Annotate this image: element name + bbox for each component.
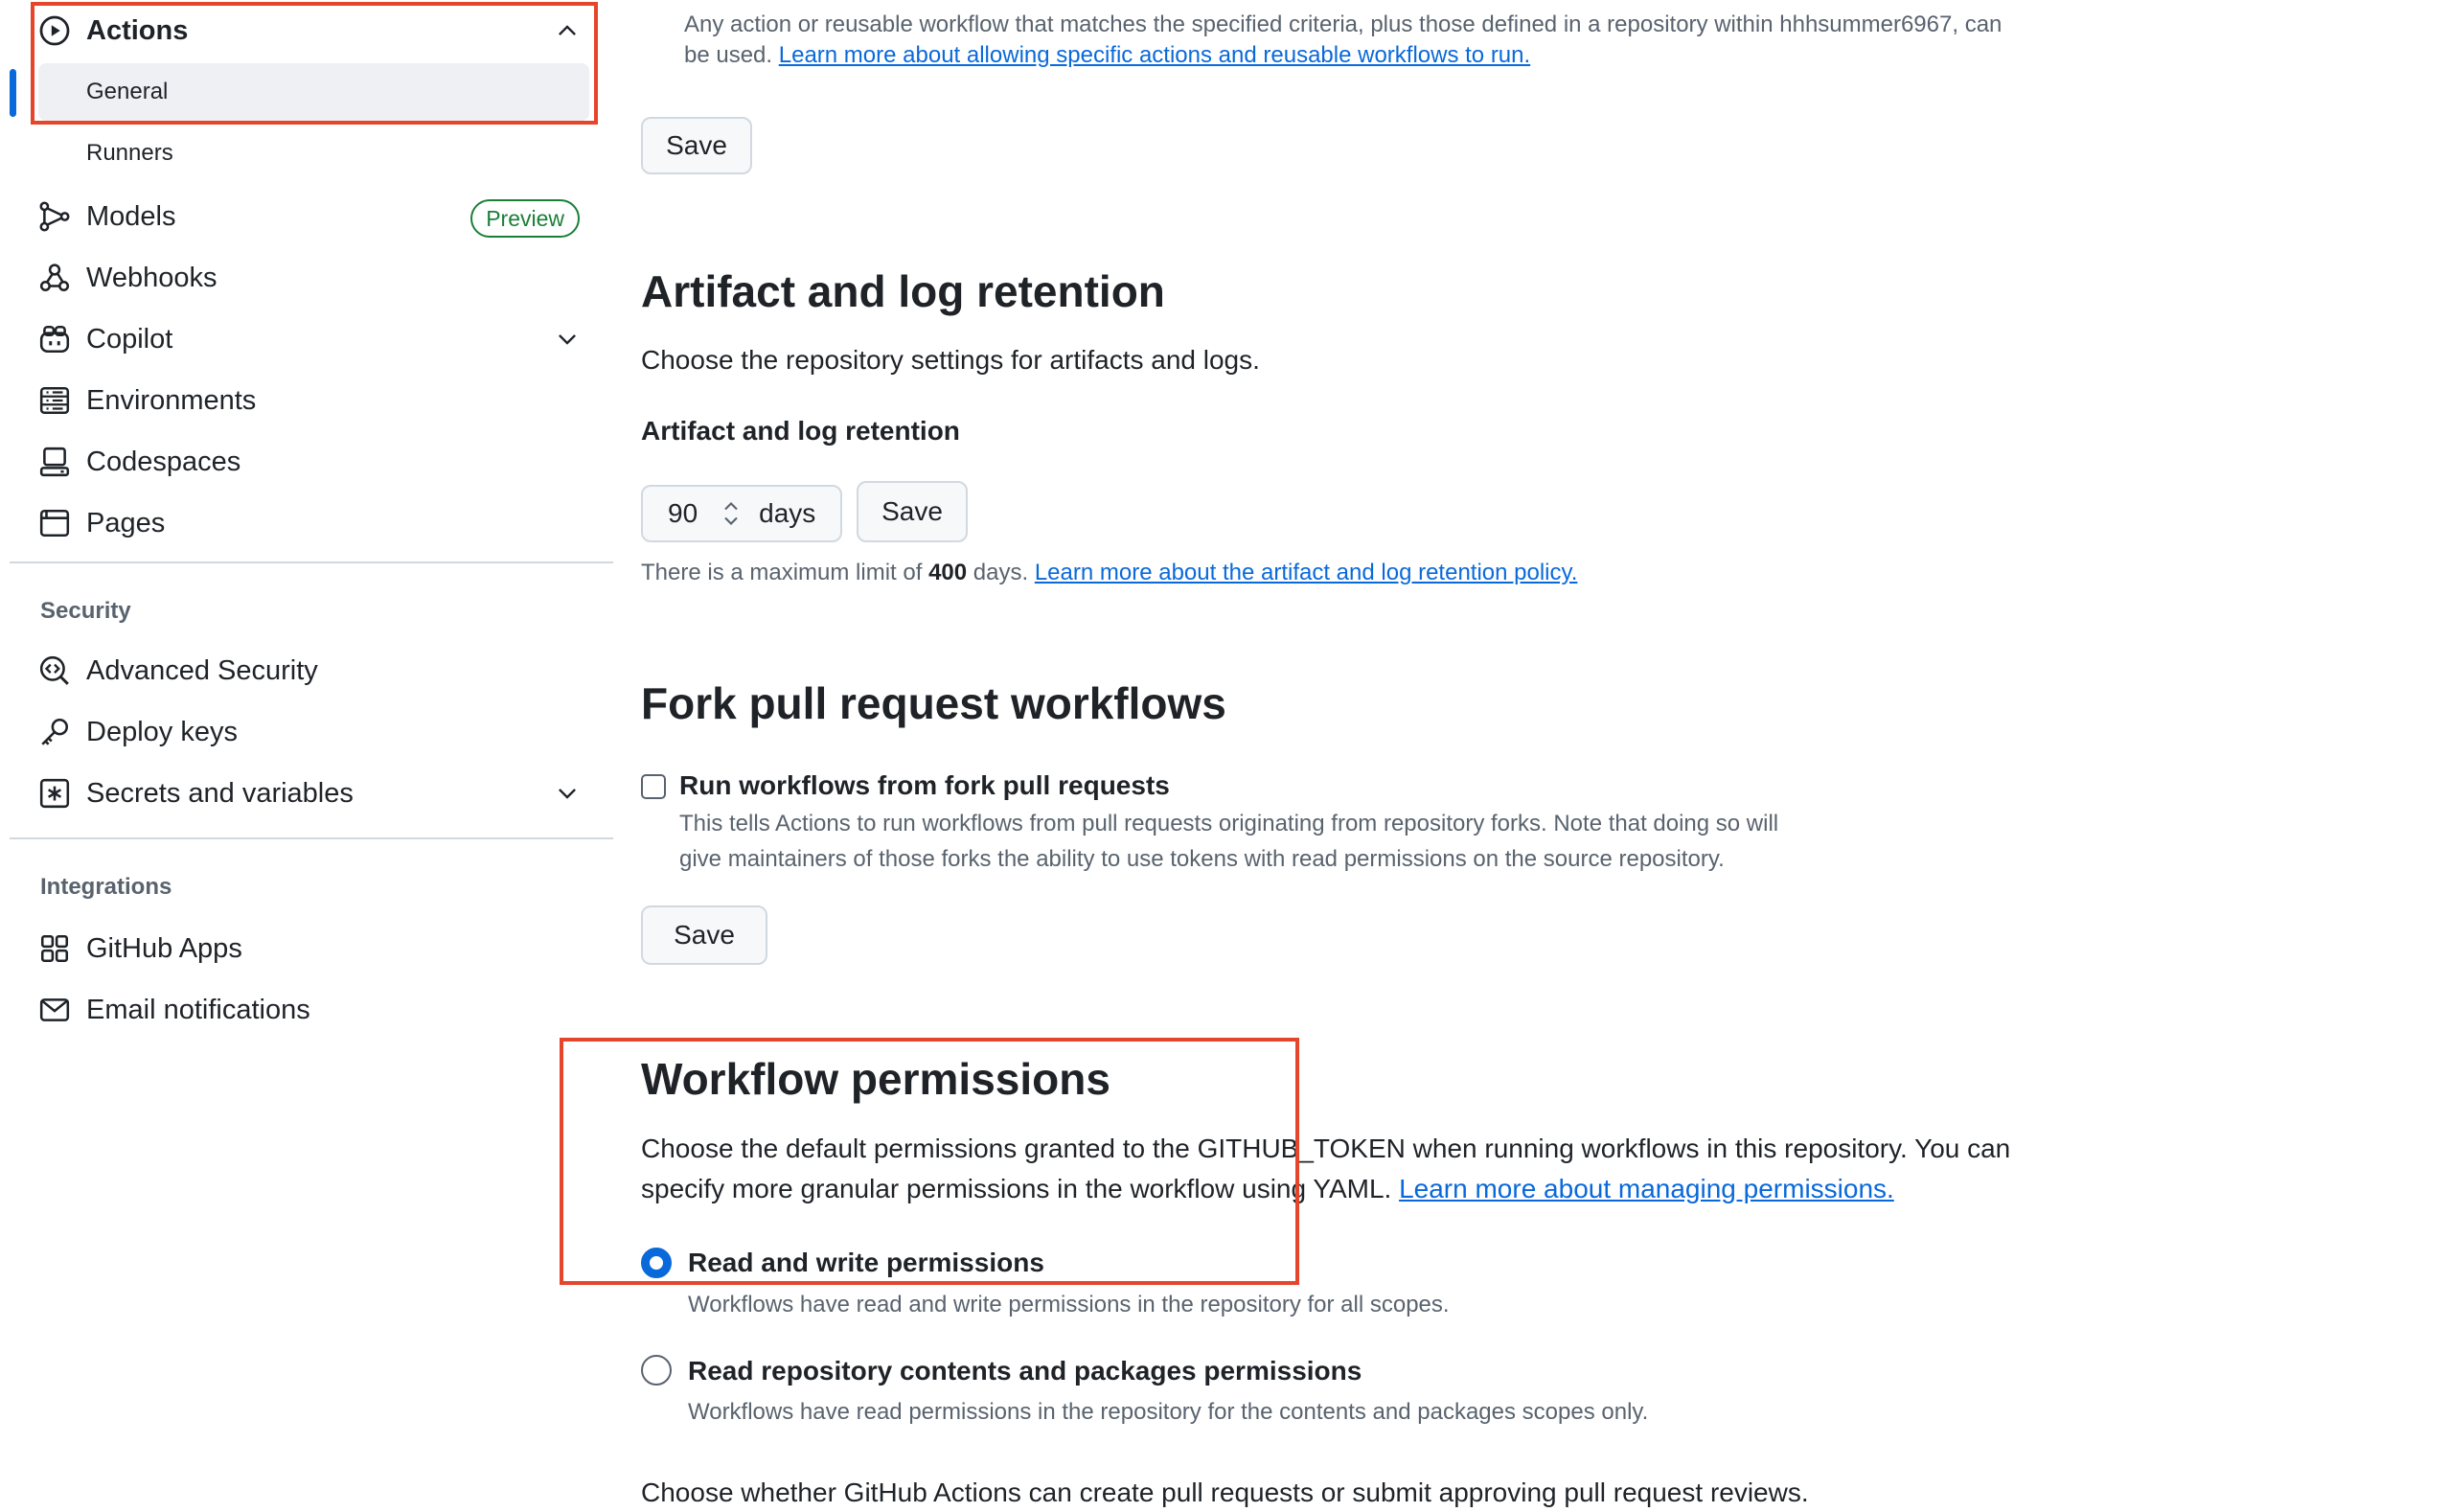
- sidebar-item-label: Codespaces: [86, 446, 241, 477]
- sidebar-item-label: Advanced Security: [86, 654, 318, 686]
- sidebar-item-label: Runners: [86, 140, 173, 166]
- active-indicator: [10, 69, 16, 117]
- run-fork-workflows-checkbox[interactable]: [641, 774, 666, 799]
- copilot-icon: [38, 323, 71, 355]
- webhook-icon: [38, 262, 71, 294]
- sidebar-item-label: Copilot: [86, 323, 173, 355]
- server-icon: [38, 384, 71, 417]
- sidebar-item-github-apps[interactable]: GitHub Apps: [38, 922, 589, 975]
- read-write-permissions-description: Workflows have read and write permission…: [688, 1292, 1450, 1317]
- learn-more-permissions-link[interactable]: Learn more about managing permissions.: [1399, 1174, 1894, 1203]
- fork-workflows-description-line2: give maintainers of those forks the abil…: [679, 846, 1725, 872]
- fork-workflows-title: Fork pull request workflows: [641, 678, 1226, 728]
- retention-limit-value: 400: [928, 560, 968, 585]
- sidebar-item-deploy-keys[interactable]: Deploy keys: [38, 705, 589, 759]
- codescan-icon: [38, 654, 71, 687]
- sidebar-item-codespaces[interactable]: Codespaces: [38, 435, 589, 489]
- read-only-permissions-label[interactable]: Read repository contents and packages pe…: [688, 1356, 1362, 1386]
- sidebar-item-label: Pages: [86, 507, 166, 538]
- sidebar-item-label: Webhooks: [86, 262, 217, 293]
- sidebar-item-label: Models: [86, 200, 176, 232]
- allowed-actions-description: Any action or reusable workflow that mat…: [684, 11, 2003, 37]
- learn-more-retention-link[interactable]: Learn more about the artifact and log re…: [1035, 560, 1578, 585]
- retention-limit-suffix: days.: [973, 560, 1029, 585]
- sidebar-section-security: Security: [40, 598, 131, 624]
- sidebar-item-email-notifications[interactable]: Email notifications: [38, 983, 589, 1037]
- highlight-box-actions: [31, 2, 598, 125]
- pr-creation-description: Choose whether GitHub Actions can create…: [641, 1478, 1809, 1507]
- sidebar-item-environments[interactable]: Environments: [38, 374, 589, 427]
- sidebar-item-label: Email notifications: [86, 994, 310, 1025]
- retention-days-unit: days: [759, 498, 816, 528]
- key-icon: [38, 716, 71, 748]
- preview-badge: Preview: [470, 199, 580, 238]
- artifact-retention-field-label: Artifact and log retention: [641, 416, 960, 446]
- sidebar-item-advanced-security[interactable]: Advanced Security: [38, 644, 589, 698]
- artifact-retention-description: Choose the repository settings for artif…: [641, 345, 1260, 375]
- sidebar-item-webhooks[interactable]: Webhooks: [38, 251, 589, 305]
- retention-limit-prefix: There is a maximum limit of: [641, 560, 923, 585]
- key-asterisk-icon: [38, 777, 71, 810]
- sidebar-divider: [10, 561, 613, 563]
- sidebar-item-label: Deploy keys: [86, 716, 238, 747]
- sidebar-item-pages[interactable]: Pages: [38, 496, 589, 550]
- retention-limit-note: There is a maximum limit of 400 days. Le…: [641, 560, 1577, 586]
- allowed-actions-description-prefix: be used.: [684, 42, 773, 68]
- apps-icon: [38, 932, 71, 965]
- chevron-down-icon[interactable]: [555, 327, 580, 352]
- sidebar-item-label: Environments: [86, 384, 257, 416]
- browser-icon: [38, 507, 71, 539]
- run-fork-workflows-label[interactable]: Run workflows from fork pull requests: [679, 770, 1170, 801]
- sidebar-item-models[interactable]: Models Preview: [38, 190, 589, 243]
- save-retention-button[interactable]: Save: [857, 481, 968, 542]
- learn-more-allowed-actions-link[interactable]: Learn more about allowing specific actio…: [779, 42, 1530, 68]
- save-allowed-actions-button[interactable]: Save: [641, 117, 752, 174]
- sidebar-item-copilot[interactable]: Copilot: [38, 312, 589, 366]
- read-only-permissions-description: Workflows have read permissions in the r…: [688, 1399, 1649, 1425]
- sidebar-section-integrations: Integrations: [40, 874, 172, 900]
- highlight-box-workflow-permissions: [560, 1038, 1299, 1285]
- sidebar-item-runners[interactable]: Runners: [38, 125, 589, 182]
- retention-days-input[interactable]: 90 days: [641, 485, 842, 542]
- chevron-down-icon[interactable]: [555, 781, 580, 806]
- models-icon: [38, 200, 71, 233]
- sidebar-item-label: Secrets and variables: [86, 777, 354, 809]
- stepper-icon[interactable]: [719, 496, 744, 531]
- sidebar-item-secrets-and-variables[interactable]: Secrets and variables: [38, 767, 589, 820]
- read-only-permissions-radio[interactable]: [641, 1355, 672, 1386]
- settings-sidebar: Actions General Runners Models Preview W…: [0, 0, 623, 1512]
- retention-days-value: 90: [668, 498, 698, 528]
- artifact-retention-title: Artifact and log retention: [641, 266, 1165, 316]
- sidebar-divider: [10, 837, 613, 839]
- fork-workflows-description: This tells Actions to run workflows from…: [679, 811, 1779, 836]
- codespaces-icon: [38, 446, 71, 478]
- mail-icon: [38, 994, 71, 1026]
- save-fork-workflows-button[interactable]: Save: [641, 905, 767, 965]
- allowed-actions-description-line2: be used. Learn more about allowing speci…: [684, 42, 1530, 69]
- sidebar-item-label: GitHub Apps: [86, 932, 242, 964]
